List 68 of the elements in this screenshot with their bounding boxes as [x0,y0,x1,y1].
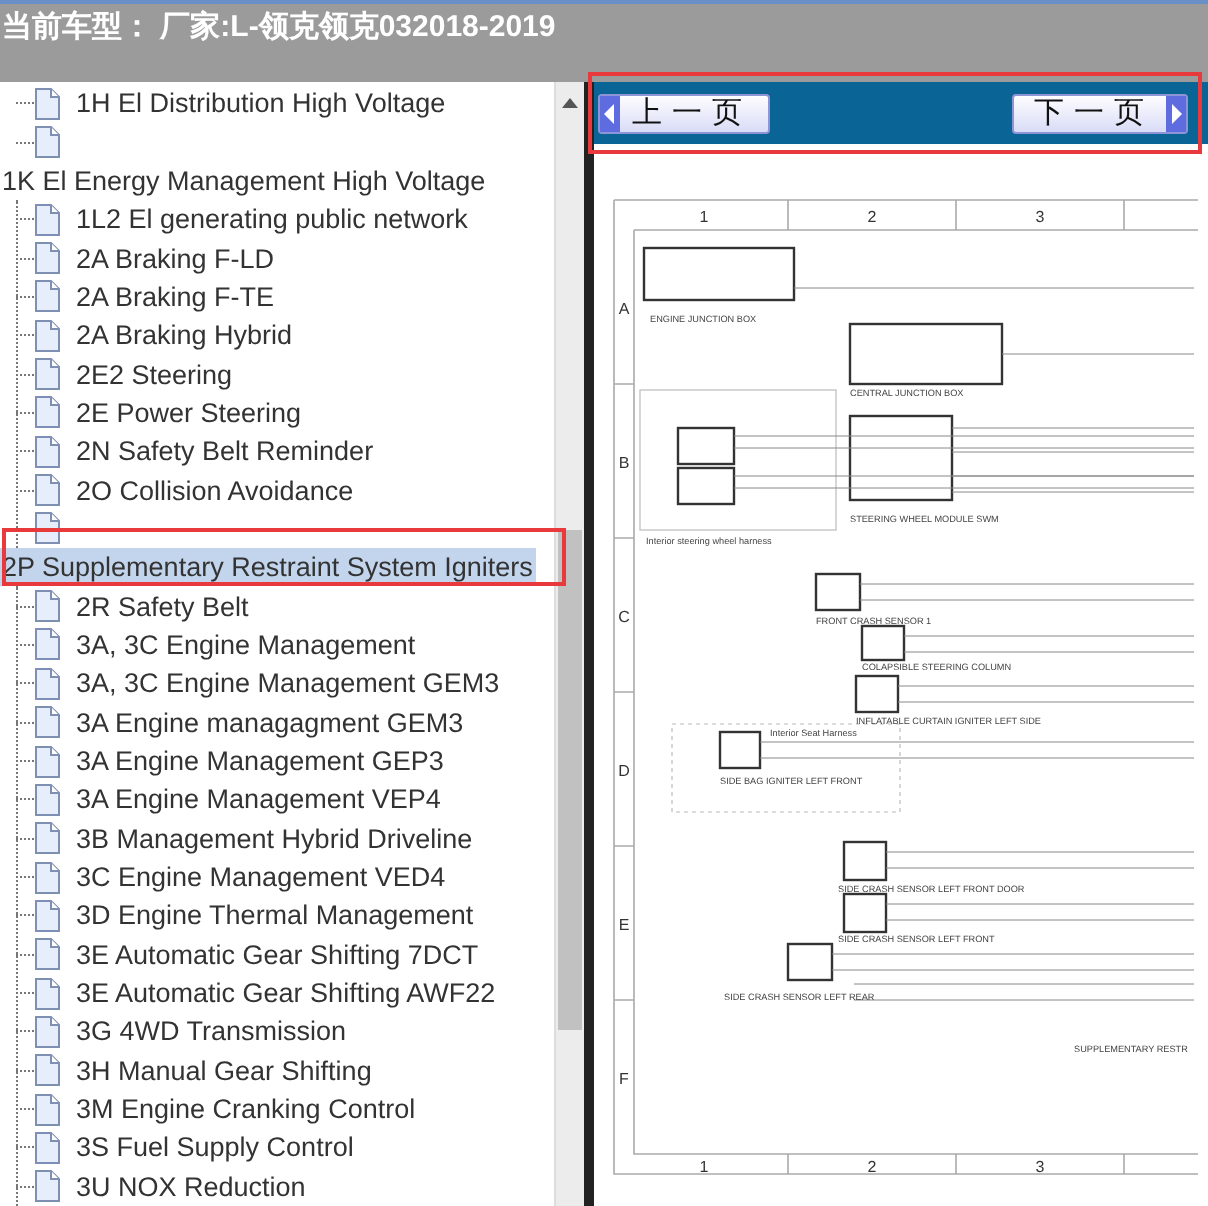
page-icon [34,319,60,352]
row-label: F [619,1070,629,1088]
page-icon [34,590,60,623]
tree-item[interactable]: 1L2 El generating public network [0,200,472,239]
row-label: E [618,916,630,934]
tree-item[interactable]: 3H Manual Gear Shifting [0,1051,376,1090]
page-icon [34,203,60,236]
page-icon [34,358,60,391]
page-icon [34,1093,60,1126]
page-icon [34,745,60,778]
page-icon [34,899,60,932]
page-icon [34,242,60,275]
page-icon [34,861,60,894]
tree-item[interactable]: 2O Collision Avoidance [0,470,358,510]
page-icon [34,474,60,507]
page-icon [34,1131,60,1164]
tree-item[interactable]: 3B Management Hybrid Driveline [0,819,477,858]
page-icon [34,126,60,159]
column-label: 1 [699,1158,709,1176]
page-icon [34,977,60,1010]
tree-item[interactable]: 3A Engine managagment GEM3 [0,703,468,742]
row-label: B [618,454,630,472]
tree-item[interactable]: 3M Engine Cranking Control [0,1089,420,1129]
tree-item[interactable]: 2A Braking F-LD [0,238,279,278]
previous-page-button[interactable]: 上一页 [598,93,770,133]
scrollbar-thumb[interactable] [558,530,582,1030]
tree-item[interactable]: 2A Braking F-TE [0,277,279,317]
column-label: 3 [1035,208,1045,226]
page-icon [34,280,60,313]
page-icon [34,435,60,468]
next-page-button[interactable]: 下一页 [1012,93,1188,133]
tree-item[interactable]: 3A, 3C Engine Management GEM3 [0,664,504,703]
tree-item[interactable]: 3U NOX Reduction [0,1167,310,1206]
tree-item[interactable]: 2E2 Steering [0,354,237,394]
page-icon [34,396,60,429]
page-icon [34,938,60,971]
tree-item[interactable]: 2A Braking Hybrid [0,316,297,355]
tree-item[interactable]: 1K El Energy Management High Voltage [0,161,490,201]
row-label: D [618,762,630,780]
tree-item[interactable]: 2E Power Steering [0,393,306,433]
tree-item[interactable]: 3C Engine Management VED4 [0,857,450,897]
page-icon [34,706,60,739]
column-label: 2 [867,1158,877,1176]
tree-item[interactable]: 2N Safety Belt Reminder [0,432,378,471]
page-icon [34,628,60,661]
column-label: 2 [867,208,877,226]
page-icon [34,87,60,120]
page-icon [34,667,60,700]
tree-item[interactable]: 3S Fuel Supply Control [0,1128,358,1168]
row-label: C [618,608,630,626]
tree-item[interactable]: 2R Safety Belt [0,586,253,626]
page-icon [34,822,60,855]
tree-item[interactable]: 3A Engine Management VEP4 [0,780,445,820]
tree-item[interactable]: 3A, 3C Engine Management [0,625,420,665]
scroll-up-icon[interactable] [562,98,578,108]
tree-item[interactable]: 3E Automatic Gear Shifting AWF22 [0,973,500,1013]
column-label: 1 [699,208,709,226]
tree-item[interactable]: 3E Automatic Gear Shifting 7DCT [0,935,483,974]
row-label: A [618,300,630,318]
tree-item[interactable]: 3G 4WD Transmission [0,1012,351,1052]
window-title: 当前车型： 厂家:L-领克领克032018-2019 [0,8,556,46]
tree-item[interactable]: 3A Engine Management GEP3 [0,741,448,781]
page-icon [34,1015,60,1048]
tree-item[interactable]: 3D Engine Thermal Management [0,896,478,936]
column-label: 3 [1035,1158,1045,1176]
tree-item[interactable]: 1H El Distribution High Voltage [0,84,450,123]
page-icon [34,783,60,816]
page-icon [34,1054,60,1087]
